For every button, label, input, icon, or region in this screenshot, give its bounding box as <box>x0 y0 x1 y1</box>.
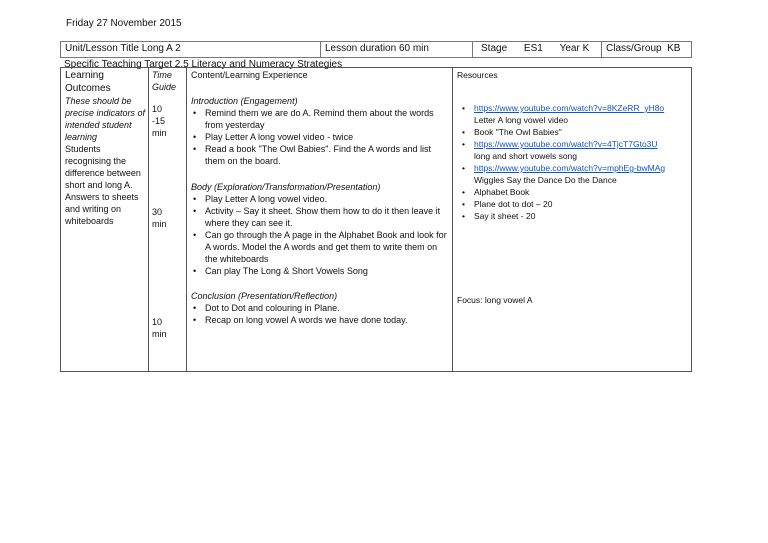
resource-description: long and short vowels song <box>474 151 578 161</box>
time-body: 30 <box>152 207 163 217</box>
outcomes-title-2: Outcomes <box>65 83 111 94</box>
conclusion-list: Dot to Dot and colouring in Plane. Recap… <box>191 302 449 326</box>
outcomes-description: These should be precise indicators of in… <box>65 96 146 142</box>
stage-label: Stage <box>481 43 508 54</box>
document-date: Friday 27 November 2015 <box>66 18 182 29</box>
list-item: Read a book "The Owl Babies". Find the A… <box>193 143 449 167</box>
resources: Resources https://www.youtube.com/watch?… <box>457 69 692 306</box>
outcomes-text: Students recognising the difference betw… <box>65 144 141 226</box>
body-list: Play Letter A long vowel video. Activity… <box>191 193 449 277</box>
resources-list: https://www.youtube.com/watch?v=8KZeRR_y… <box>457 102 692 222</box>
resource-link-letter-a-video[interactable]: https://www.youtube.com/watch?v=8KZeRR_y… <box>474 103 664 113</box>
list-item: Say it sheet - 20 <box>462 210 692 222</box>
list-item: Recap on long vowel A words we have done… <box>193 314 449 326</box>
intro-list: Remind them we are do A. Remind them abo… <box>191 107 449 167</box>
list-item: Play Letter A long vowel video. <box>193 193 449 205</box>
time-intro-range: -15 <box>152 116 166 126</box>
resource-description: Wiggles Say the Dance Do the Dance <box>474 175 617 185</box>
stage-year: Stage ES1 Year K <box>472 41 602 58</box>
time-conclusion: 10 <box>152 317 163 327</box>
time-intro-unit: min <box>152 128 167 138</box>
intro-heading: Introduction (Engagement) <box>191 96 298 106</box>
content-learning: Content/Learning Experience Introduction… <box>191 69 449 326</box>
learning-outcomes: Learning Outcomes These should be precis… <box>65 69 147 227</box>
resource-description: Letter A long vowel video <box>474 115 569 125</box>
time-guide: Time Guide 10 -15 min 30 min 10 min <box>152 69 184 340</box>
class-group: Class/Group KB <box>601 41 692 58</box>
list-item: Can go through the A page in the Alphabe… <box>193 229 449 265</box>
conclusion-heading: Conclusion (Presentation/Reflection) <box>191 291 338 301</box>
unit-title: Unit/Lesson Title Long A 2 <box>60 41 321 58</box>
time-body-unit: min <box>152 219 167 229</box>
resource-link-vowels-song[interactable]: https://www.youtube.com/watch?v=4TjcT7Gt… <box>474 139 658 149</box>
body-heading: Body (Exploration/Transformation/Present… <box>191 182 381 192</box>
year-label: Year K <box>559 43 590 54</box>
list-item: Alphabet Book <box>462 186 692 198</box>
list-item: Book "The Owl Babies" <box>462 126 692 138</box>
list-item: Remind them we are do A. Remind them abo… <box>193 107 449 131</box>
content-title: Content/Learning Experience <box>191 70 308 80</box>
list-item: Can play The Long & Short Vowels Song <box>193 265 449 277</box>
stage-value: ES1 <box>523 43 543 54</box>
list-item: Activity – Say it sheet. Show them how t… <box>193 205 449 229</box>
outcomes-title-1: Learning <box>65 70 104 81</box>
resource-link-wiggles[interactable]: https://www.youtube.com/watch?v=mphEg-bw… <box>474 163 665 173</box>
focus-text: Focus: long vowel A <box>457 295 533 305</box>
time-title-2: Guide <box>152 82 177 92</box>
resources-title: Resources <box>457 70 498 80</box>
time-intro: 10 <box>152 104 163 114</box>
list-item: Plane dot to dot – 20 <box>462 198 692 210</box>
time-conclusion-unit: min <box>152 329 167 339</box>
time-title-1: Time <box>152 70 172 80</box>
list-item: Dot to Dot and colouring in Plane. <box>193 302 449 314</box>
list-item: Play Letter A long vowel video - twice <box>193 131 449 143</box>
lesson-duration: Lesson duration 60 min <box>320 41 473 58</box>
